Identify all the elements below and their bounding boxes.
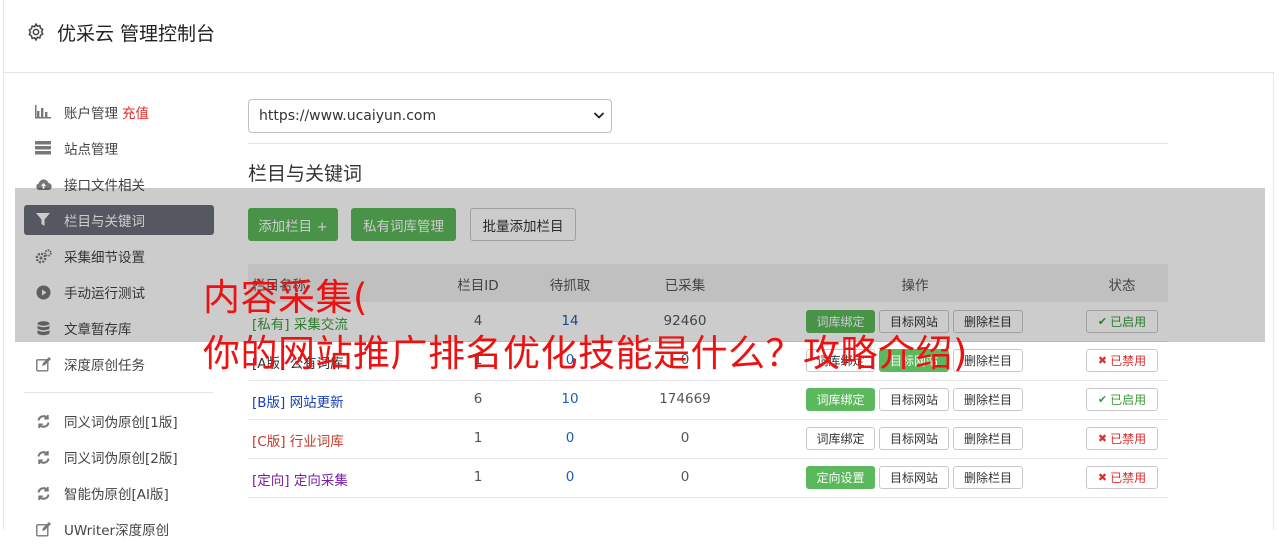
server-icon xyxy=(34,139,52,157)
sidebar-item-label: 账户管理 xyxy=(64,106,118,122)
sidebar-item-ai-rewrite[interactable]: 智能伪原创[AI版] xyxy=(24,475,214,511)
sidebar-item-label: UWriter深度原创 xyxy=(64,523,170,539)
gear-icon xyxy=(26,22,46,42)
column-name[interactable]: [C版] 行业词库 xyxy=(252,430,344,450)
sidebar-item-synonym-v2[interactable]: 同义词伪原创[2版] xyxy=(24,439,214,475)
status-label: 已禁用 xyxy=(1110,432,1147,446)
status-toggle[interactable]: ✖ 已禁用 xyxy=(1086,466,1158,489)
column-id: 1 xyxy=(473,430,483,446)
delete-column-button[interactable]: 删除栏目 xyxy=(953,388,1023,411)
collected-count: 0 xyxy=(680,469,690,485)
edit-icon xyxy=(34,520,52,538)
sidebar-item-label: 同义词伪原创[1版] xyxy=(64,415,178,431)
status-label: 已启用 xyxy=(1110,393,1147,407)
collected-count: 0 xyxy=(680,430,690,446)
column-title: 行业词库 xyxy=(289,434,344,450)
sidebar-item-account[interactable]: 账户管理 充值 xyxy=(24,94,214,130)
refresh-icon xyxy=(34,412,52,430)
target-site-button[interactable]: 目标网站 xyxy=(879,427,949,450)
sidebar-item-label: 深度原创任务 xyxy=(64,358,145,374)
column-id: 1 xyxy=(473,469,483,485)
sidebar-item-label: 智能伪原创[AI版] xyxy=(64,487,169,503)
status-toggle[interactable]: ✖ 已禁用 xyxy=(1086,427,1158,450)
column-tag: [C版] xyxy=(252,434,286,450)
recharge-link[interactable]: 充值 xyxy=(122,102,149,122)
status-label: 已禁用 xyxy=(1110,471,1147,485)
bind-lib-button[interactable]: 词库绑定 xyxy=(806,388,875,411)
refresh-icon xyxy=(34,448,52,466)
column-name[interactable]: [B版] 网站更新 xyxy=(252,391,344,411)
table-row: [B版] 网站更新 6 10 174669 词库绑定 目标网站 删除栏目 ✔ 已启用 xyxy=(248,380,1168,420)
overlay-line-1: 内容采集( xyxy=(203,276,368,319)
bind-lib-button[interactable]: 词库绑定 xyxy=(806,427,875,450)
sidebar-divider xyxy=(24,392,213,393)
status-toggle[interactable]: ✔ 已启用 xyxy=(1086,388,1158,411)
sidebar-item-synonym-v1[interactable]: 同义词伪原创[1版] xyxy=(24,403,214,439)
column-tag: [B版] xyxy=(252,395,286,411)
table-row: [C版] 行业词库 1 0 0 词库绑定 目标网站 删除栏目 ✖ 已禁用 xyxy=(248,419,1168,459)
status-label: 已禁用 xyxy=(1110,354,1147,368)
refresh-icon xyxy=(34,484,52,502)
overlay-text: 内容采集( 你的网站推广排名优化技能是什么？攻略介绍) xyxy=(203,270,968,382)
sidebar-item-label: 站点管理 xyxy=(64,142,118,158)
pending-count[interactable]: 0 xyxy=(540,430,600,446)
sidebar-item-sites[interactable]: 站点管理 xyxy=(24,130,214,166)
pending-count[interactable]: 0 xyxy=(540,469,600,485)
column-tag: [定向] xyxy=(252,473,290,489)
table-row: [定向] 定向采集 1 0 0 定向设置 目标网站 删除栏目 ✖ 已禁用 xyxy=(248,458,1168,498)
edit-icon xyxy=(34,355,52,373)
chevron-down-icon xyxy=(593,109,605,121)
site-select[interactable]: https://www.ucaiyun.com xyxy=(248,99,612,133)
column-title: 定向采集 xyxy=(293,473,348,489)
x-icon: ✖ xyxy=(1097,432,1108,445)
header-bar: 优采云 管理控制台 xyxy=(4,0,1274,73)
column-name[interactable]: [定向] 定向采集 xyxy=(252,469,348,489)
sidebar-item-uwriter[interactable]: UWriter深度原创 xyxy=(24,511,214,547)
column-id: 6 xyxy=(473,391,483,407)
site-select-value: https://www.ucaiyun.com xyxy=(259,108,437,124)
status-toggle[interactable]: ✖ 已禁用 xyxy=(1086,349,1158,372)
delete-column-button[interactable]: 删除栏目 xyxy=(953,466,1023,489)
x-icon: ✖ xyxy=(1097,354,1108,367)
bar-chart-icon xyxy=(34,103,52,121)
section-title: 栏目与关键词 xyxy=(248,163,363,185)
check-icon: ✔ xyxy=(1097,393,1108,406)
divider xyxy=(248,143,1168,144)
sidebar-item-label: 同义词伪原创[2版] xyxy=(64,451,178,467)
overlay-line-2: 你的网站推广排名优化技能是什么？攻略介绍) xyxy=(203,332,968,375)
bind-lib-button[interactable]: 定向设置 xyxy=(806,466,875,489)
pending-count[interactable]: 10 xyxy=(540,391,600,407)
x-icon: ✖ xyxy=(1097,471,1108,484)
delete-column-button[interactable]: 删除栏目 xyxy=(953,427,1023,450)
target-site-button[interactable]: 目标网站 xyxy=(879,388,949,411)
column-title: 网站更新 xyxy=(289,395,344,411)
page-title: 优采云 管理控制台 xyxy=(57,23,216,45)
collected-count: 174669 xyxy=(659,391,711,407)
target-site-button[interactable]: 目标网站 xyxy=(879,466,949,489)
sidebar-item-deep-original[interactable]: 深度原创任务 xyxy=(24,346,214,382)
